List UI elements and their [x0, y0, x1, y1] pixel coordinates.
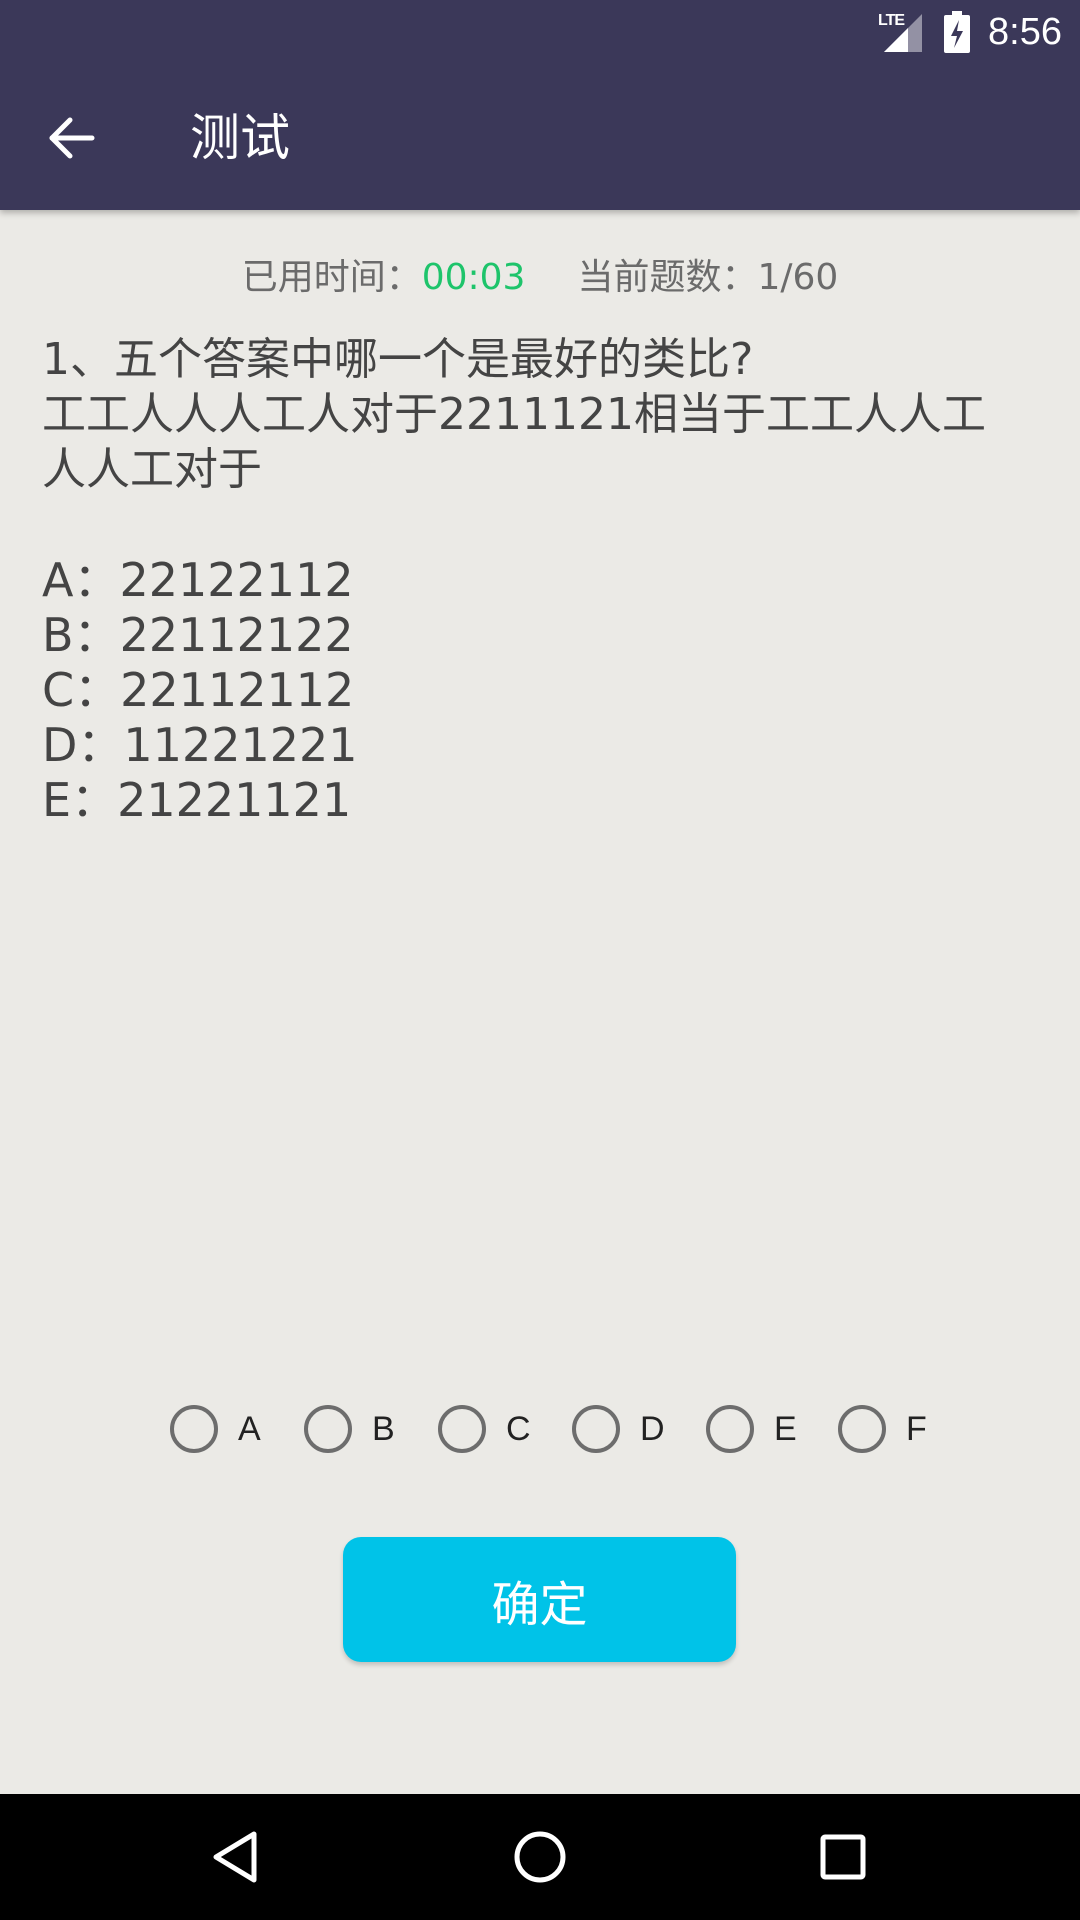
- radio-circle-icon: [438, 1405, 486, 1453]
- test-progress-info: 已用时间：00:03 当前题数：1/60: [0, 250, 1080, 306]
- question-text: 1、五个答案中哪一个是最好的类比? 工工人人人工人对于2211121相当于工工人…: [42, 332, 1042, 497]
- page-title: 测试: [190, 109, 290, 167]
- answer-options: A：22122112 B：22112122 C：22112112 D：11221…: [42, 553, 358, 828]
- question-count-value: 1/60: [757, 257, 839, 298]
- answer-option: B：22112122: [42, 608, 354, 662]
- answer-option: E：21221121: [42, 773, 352, 827]
- answer-radio-group: A B C D E F: [0, 1400, 1080, 1460]
- status-bar: LTE 8:56: [874, 8, 1062, 56]
- nav-home-circle-icon: [514, 1831, 566, 1883]
- confirm-button[interactable]: 确定: [343, 1537, 736, 1662]
- status-time: 8:56: [988, 10, 1062, 53]
- radio-circle-icon: [170, 1405, 218, 1453]
- nav-recents-square-icon: [820, 1834, 866, 1880]
- radio-circle-icon: [304, 1405, 352, 1453]
- radio-choice-a[interactable]: A: [170, 1400, 261, 1458]
- answer-option: A：22122112: [42, 553, 354, 607]
- radio-choice-f[interactable]: F: [838, 1400, 927, 1458]
- radio-choice-e[interactable]: E: [706, 1400, 797, 1458]
- nav-back-triangle-icon: [213, 1831, 257, 1883]
- back-button[interactable]: [40, 106, 104, 170]
- nav-back-button[interactable]: [202, 1824, 268, 1890]
- radio-choice-b[interactable]: B: [304, 1400, 395, 1458]
- radio-label: C: [506, 1409, 531, 1448]
- answer-option: C：22112112: [42, 663, 355, 717]
- question-line: 1、五个答案中哪一个是最好的类比?: [42, 334, 754, 385]
- nav-recents-button[interactable]: [810, 1824, 876, 1890]
- battery-charging-icon: [944, 11, 971, 53]
- radio-label: B: [372, 1409, 395, 1448]
- radio-choice-c[interactable]: C: [438, 1400, 531, 1458]
- radio-label: F: [906, 1409, 927, 1448]
- app-bar: LTE 8:56 测试: [0, 0, 1080, 210]
- network-type-label: LTE: [878, 12, 905, 29]
- answer-option: D：11221221: [42, 718, 358, 772]
- radio-label: E: [774, 1409, 797, 1448]
- elapsed-time-value: 00:03: [421, 257, 526, 298]
- radio-circle-icon: [572, 1405, 620, 1453]
- radio-circle-icon: [706, 1405, 754, 1453]
- radio-choice-d[interactable]: D: [572, 1400, 665, 1458]
- radio-circle-icon: [838, 1405, 886, 1453]
- elapsed-time-label: 已用时间：: [241, 257, 422, 298]
- radio-label: A: [238, 1409, 261, 1448]
- radio-label: D: [640, 1409, 665, 1448]
- question-line: 人人工对于: [42, 444, 262, 495]
- lte-signal-icon: LTE: [874, 10, 924, 54]
- question-line: 工工人人人工人对于2211121相当于工工人人工: [42, 389, 986, 440]
- nav-home-button[interactable]: [507, 1824, 573, 1890]
- question-count-label: 当前题数：: [577, 257, 758, 298]
- system-nav-bar: [0, 1794, 1080, 1920]
- arrow-left-icon: [49, 117, 95, 159]
